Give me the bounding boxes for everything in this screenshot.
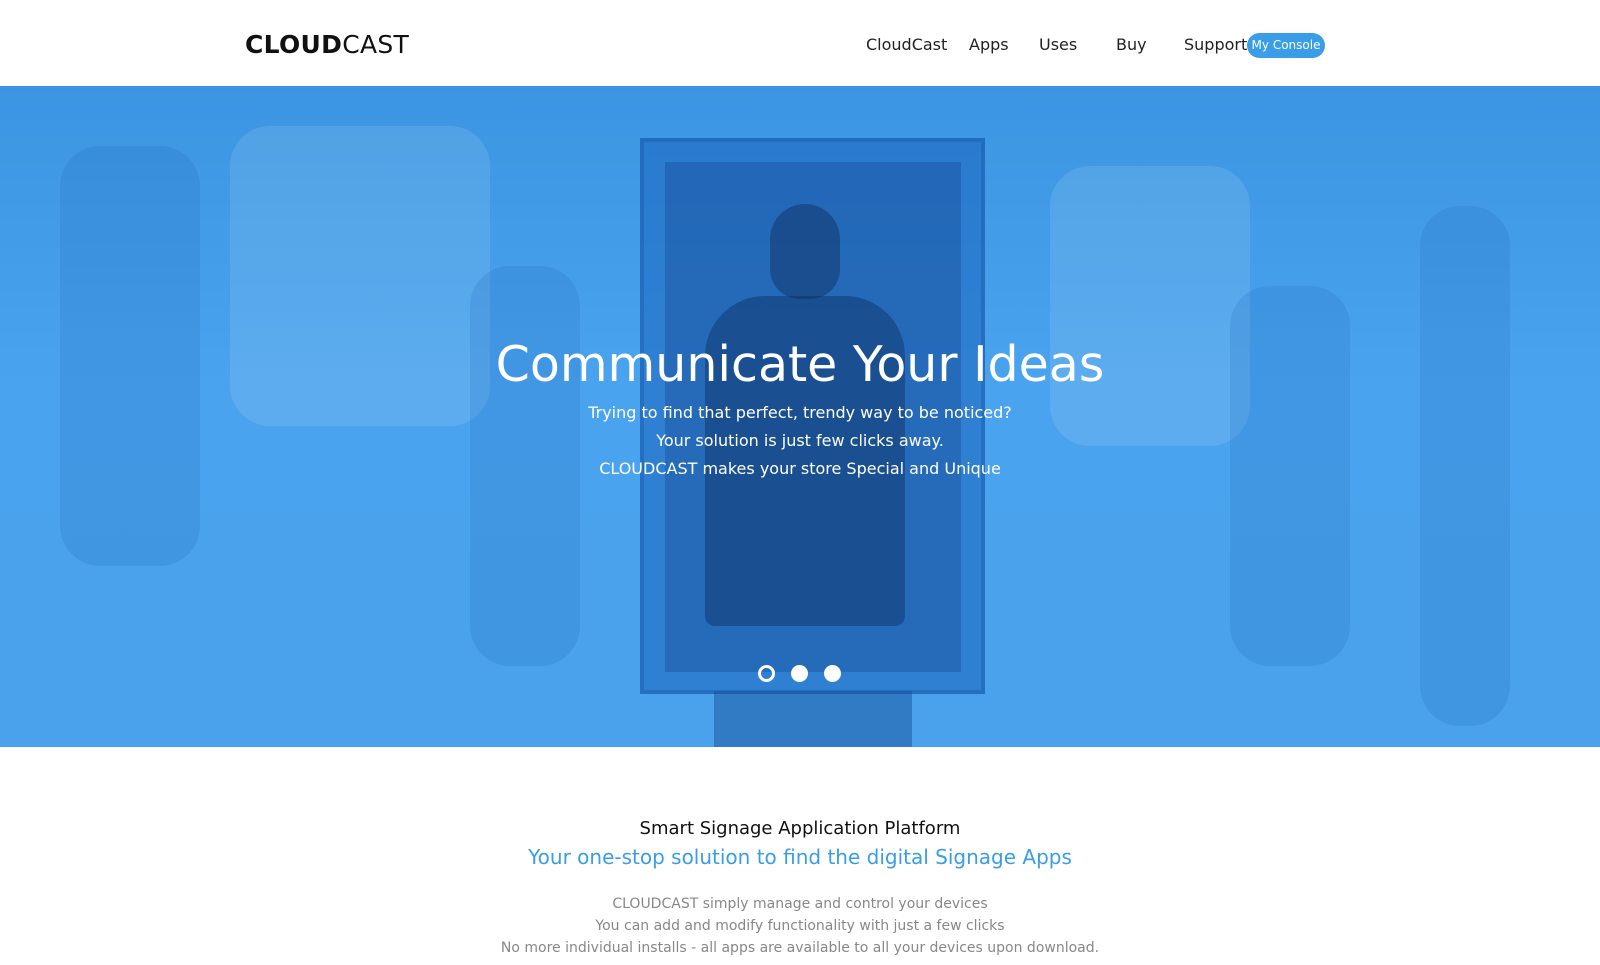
slider-dot-1[interactable] <box>758 665 775 682</box>
section-text-line: You can add and modify functionality wit… <box>595 918 1005 934</box>
model-head <box>770 204 840 299</box>
section-subtitle: Your one-stop solution to find the digit… <box>528 845 1072 869</box>
nav-link-buy[interactable]: Buy <box>1116 35 1147 54</box>
section-text-line: No more individual installs - all apps a… <box>500 940 1100 956</box>
logo-bold-text: CLOUD <box>245 30 343 59</box>
hero-line: Your solution is just few clicks away. <box>656 431 944 450</box>
nav-link-apps[interactable]: Apps <box>969 35 1009 54</box>
signage-stand <box>714 691 912 747</box>
site-logo[interactable]: CLOUDCAST <box>245 30 409 59</box>
section-title: Smart Signage Application Platform <box>639 818 961 839</box>
hero-line: Trying to find that perfect, trendy way … <box>588 403 1012 422</box>
nav-link-support[interactable]: Support <box>1184 35 1247 54</box>
slider-dot-3[interactable] <box>824 665 841 682</box>
hero-title: Communicate Your Ideas <box>495 336 1105 393</box>
slider-dot-2[interactable] <box>791 665 808 682</box>
nav-link-cloudcast[interactable]: CloudCast <box>866 35 947 54</box>
hero-banner: Communicate Your Ideas Trying to find th… <box>0 86 1600 747</box>
site-header: CLOUDCAST CloudCast Apps Uses Buy Suppor… <box>0 0 1600 86</box>
my-console-button[interactable]: My Console <box>1247 33 1325 58</box>
logo-light-text: CAST <box>342 30 410 59</box>
hero-line: CLOUDCAST makes your store Special and U… <box>599 459 1001 478</box>
section-text-line: CLOUDCAST simply manage and control your… <box>612 896 988 912</box>
nav-link-uses[interactable]: Uses <box>1039 35 1077 54</box>
